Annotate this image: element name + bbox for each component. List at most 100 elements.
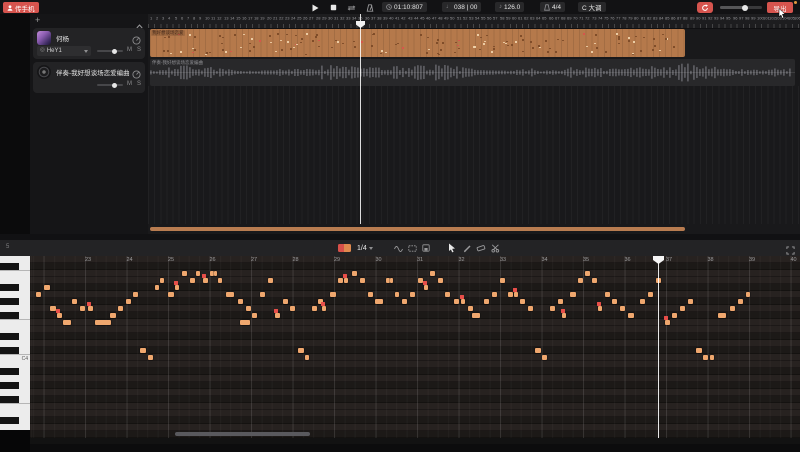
midi-note[interactable] <box>718 313 726 318</box>
piano-roll-scrollbar[interactable] <box>175 432 310 436</box>
midi-note[interactable] <box>484 299 489 304</box>
black-key[interactable] <box>0 396 19 403</box>
audio-clip[interactable]: 伴奏-我好想谈场恋爱编曲 <box>150 59 795 86</box>
midi-note[interactable] <box>344 278 348 283</box>
loop-button[interactable] <box>347 3 356 12</box>
midi-note[interactable] <box>592 278 597 283</box>
midi-note[interactable] <box>746 292 750 297</box>
midi-note[interactable] <box>226 292 234 297</box>
piano-key[interactable] <box>0 291 30 298</box>
midi-note[interactable] <box>80 306 85 311</box>
midi-note[interactable] <box>703 355 708 360</box>
piano-key[interactable] <box>0 382 30 389</box>
midi-note[interactable] <box>88 306 93 311</box>
piano-key[interactable] <box>0 263 30 270</box>
metronome-button[interactable] <box>365 3 374 12</box>
midi-note[interactable] <box>168 292 174 297</box>
piano-key[interactable] <box>0 417 30 424</box>
midi-note[interactable] <box>562 313 566 318</box>
piano-key[interactable] <box>0 312 30 319</box>
midi-note[interactable] <box>110 313 116 318</box>
black-key[interactable] <box>0 284 19 291</box>
scissors-tool[interactable] <box>489 243 501 253</box>
midi-note[interactable] <box>535 348 541 353</box>
play-button[interactable] <box>310 3 319 12</box>
piano-key[interactable] <box>0 410 30 417</box>
midi-note[interactable] <box>148 355 153 360</box>
track-slider[interactable] <box>97 50 123 52</box>
midi-note[interactable] <box>461 299 465 304</box>
midi-note[interactable] <box>612 299 617 304</box>
midi-note[interactable] <box>696 348 702 353</box>
piano-keys[interactable]: C4 <box>0 256 30 438</box>
mute-button[interactable]: M <box>127 47 132 53</box>
midi-note[interactable] <box>214 271 217 276</box>
midi-note[interactable] <box>203 278 208 283</box>
midi-note[interactable] <box>550 306 555 311</box>
key-display[interactable]: C 大调 <box>578 2 606 12</box>
midi-note[interactable] <box>290 306 295 311</box>
piano-key[interactable] <box>0 270 30 277</box>
marquee-select-tool[interactable] <box>406 243 418 253</box>
midi-note[interactable] <box>402 299 407 304</box>
midi-clip[interactable]: 我好想谈场恋爱 <box>150 29 685 57</box>
midi-note[interactable] <box>218 278 222 283</box>
midi-note[interactable] <box>424 285 428 290</box>
midi-note[interactable] <box>468 306 473 311</box>
voice-select[interactable]: ◎ HeY1 <box>37 46 91 56</box>
velocity-curve-tool[interactable] <box>392 243 404 253</box>
pointer-tool[interactable] <box>446 243 458 253</box>
midi-note[interactable] <box>454 299 459 304</box>
midi-note[interactable] <box>738 299 743 304</box>
midi-note[interactable] <box>542 355 547 360</box>
piano-key[interactable] <box>0 305 30 312</box>
piano-key[interactable] <box>0 368 30 375</box>
midi-note[interactable] <box>500 278 505 283</box>
arrange-grid[interactable] <box>148 86 800 224</box>
midi-note[interactable] <box>472 313 480 318</box>
midi-note[interactable] <box>133 292 138 297</box>
midi-note[interactable] <box>72 299 77 304</box>
midi-note[interactable] <box>140 348 146 353</box>
arrange-scrollbar[interactable] <box>150 227 685 231</box>
black-key[interactable] <box>0 347 19 354</box>
midi-note[interactable] <box>322 306 326 311</box>
piano-key[interactable] <box>0 340 30 347</box>
midi-note[interactable] <box>628 313 634 318</box>
midi-note[interactable] <box>196 271 200 276</box>
piano-key[interactable] <box>0 375 30 382</box>
midi-note[interactable] <box>620 306 625 311</box>
tempo-display[interactable]: ♪ 126.0 <box>495 2 524 12</box>
midi-note[interactable] <box>680 306 685 311</box>
midi-note[interactable] <box>445 292 450 297</box>
midi-note[interactable] <box>240 320 250 325</box>
pencil-tool[interactable] <box>461 243 473 253</box>
track-card-accompaniment[interactable]: 伴奏-我好想谈场恋爱编曲 M S <box>33 62 145 93</box>
midi-note[interactable] <box>57 313 62 318</box>
midi-note[interactable] <box>514 292 518 297</box>
save-tool[interactable] <box>420 243 432 253</box>
solo-button[interactable]: S <box>137 47 141 53</box>
eraser-tool[interactable] <box>475 243 487 253</box>
send-to-phone-button[interactable]: 传手机 <box>3 2 39 13</box>
midi-note[interactable] <box>44 285 50 290</box>
midi-note[interactable] <box>268 278 273 283</box>
midi-note[interactable] <box>730 306 735 311</box>
midi-note[interactable] <box>648 292 653 297</box>
add-track-button[interactable]: + <box>35 15 40 26</box>
midi-note[interactable] <box>508 292 513 297</box>
black-key[interactable] <box>0 333 19 340</box>
midi-note[interactable] <box>305 355 309 360</box>
piano-key[interactable] <box>0 389 30 396</box>
piano-key[interactable] <box>0 326 30 333</box>
midi-note[interactable] <box>710 355 714 360</box>
midi-note[interactable] <box>260 292 265 297</box>
midi-note[interactable] <box>585 271 590 276</box>
midi-note[interactable] <box>238 299 243 304</box>
midi-note[interactable] <box>36 292 41 297</box>
track-slider[interactable] <box>97 84 123 86</box>
midi-note[interactable] <box>570 292 576 297</box>
piano-key[interactable] <box>0 347 30 354</box>
solo-button[interactable]: S <box>137 81 141 87</box>
black-key[interactable] <box>0 368 19 375</box>
